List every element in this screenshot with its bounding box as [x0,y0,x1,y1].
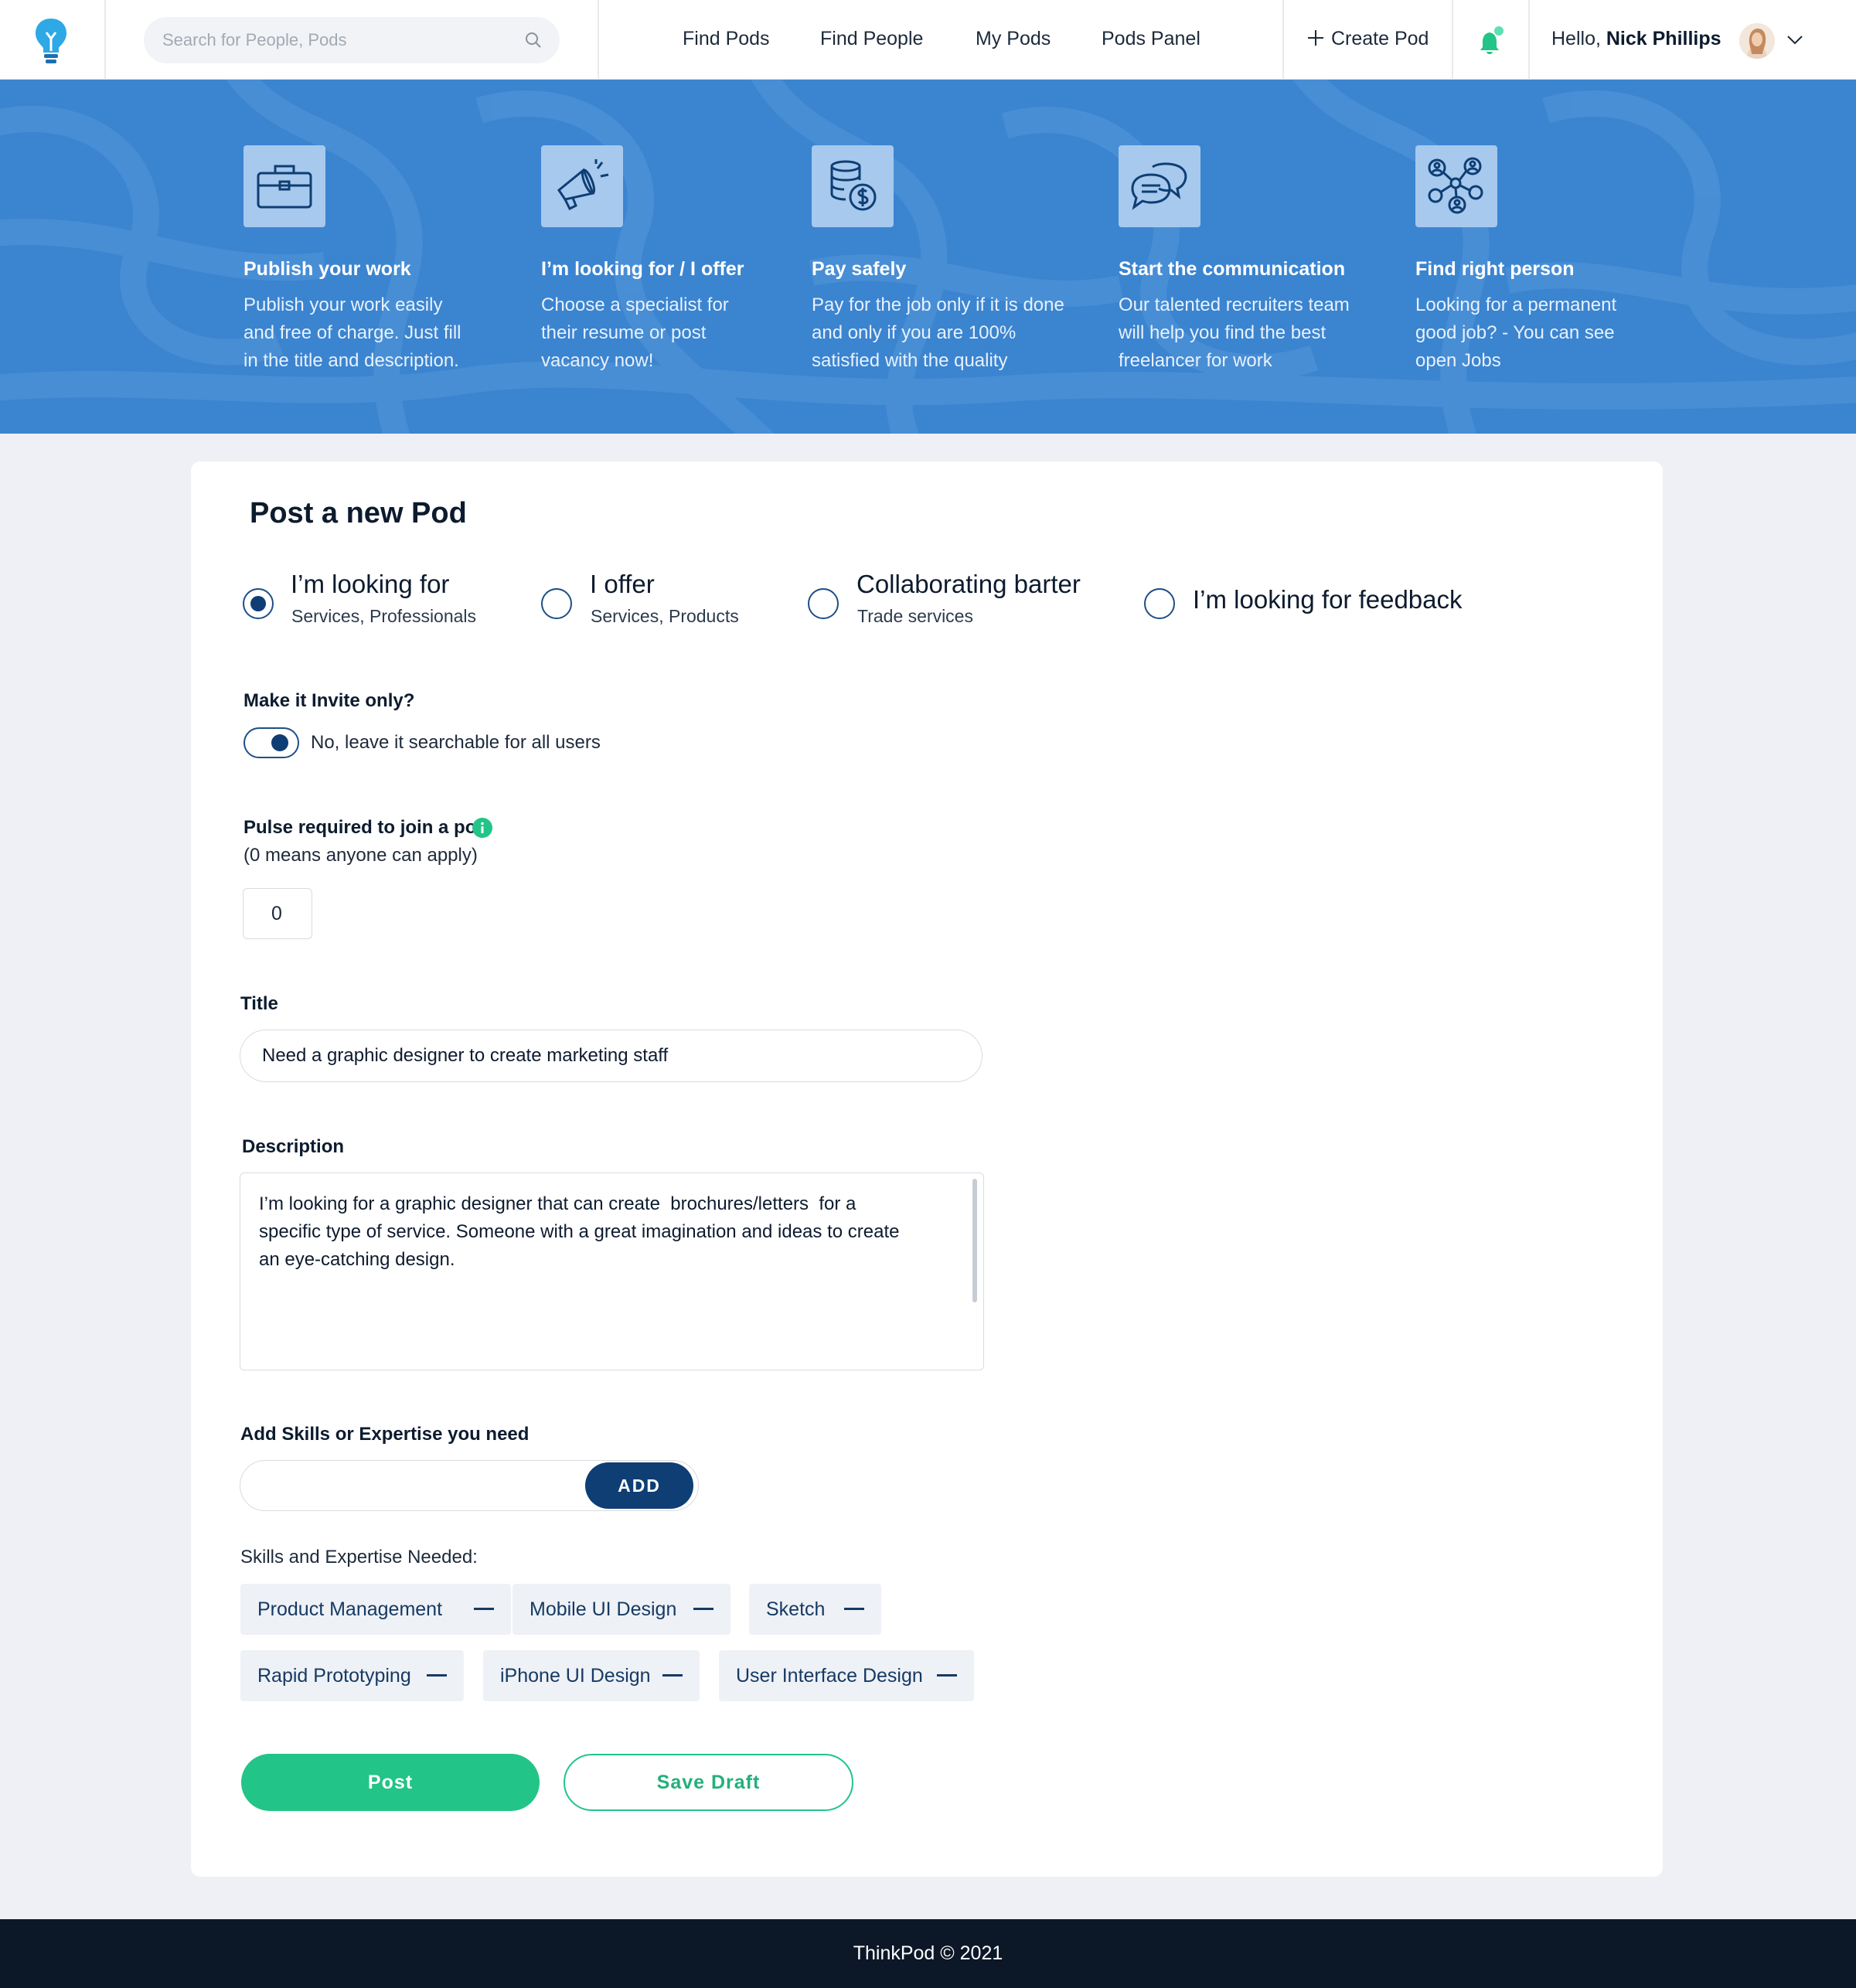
header-divider [598,0,599,80]
option-label[interactable]: I’m looking for [291,570,449,599]
chevron-down-icon[interactable] [1786,32,1804,46]
skill-chip-label: Rapid Prototyping [257,1664,411,1687]
notification-dot [1494,26,1504,36]
greeting-prefix: Hello, [1551,28,1601,49]
skills-input-label: Add Skills or Expertise you need [240,1424,530,1445]
footer: ThinkPod © 2021 [0,1919,1856,1988]
briefcase-icon [243,145,325,227]
notification-bell-icon[interactable] [1478,26,1504,56]
feature-title: Pay safely [812,258,907,280]
description-textarea[interactable]: I’m looking for a graphic designer that … [240,1173,984,1370]
remove-skill-icon[interactable] [693,1608,713,1610]
title-input[interactable] [240,1030,982,1082]
footer-copyright: ThinkPod © 2021 [853,1942,1003,1964]
option-sublabel: Services, Products [591,606,739,626]
skill-chip-label: Sketch [766,1598,826,1620]
option-sublabel: Trade services [857,606,973,626]
remove-skill-icon[interactable] [662,1674,683,1677]
megaphone-icon [541,145,623,227]
toggle-knob [271,734,288,751]
feature-title: I’m looking for / I offer [541,258,744,280]
top-navbar: Find Pods Find People My Pods Pods Panel… [0,0,1856,80]
search-icon[interactable] [524,31,543,49]
create-pod-label: Create Pod [1331,28,1429,49]
skills-input[interactable] [256,1461,581,1510]
option-label[interactable]: Collaborating barter [856,570,1081,599]
invite-only-toggle[interactable] [243,727,299,758]
feature-description: Publish your work easily and free of cha… [243,294,461,371]
skill-chip: Rapid Prototyping [240,1650,464,1701]
skill-chip: Mobile UI Design [513,1584,730,1635]
remove-skill-icon[interactable] [474,1608,494,1610]
option-label[interactable]: I offer [590,570,655,599]
textarea-scrollbar[interactable] [972,1179,977,1302]
skills-needed-label: Skills and Expertise Needed: [240,1547,478,1568]
skill-chip: User Interface Design [719,1650,974,1701]
option-label[interactable]: I’m looking for feedback [1193,585,1463,614]
title-label: Title [240,993,278,1014]
pulse-note: (0 means anyone can apply) [243,845,478,866]
nav-my-pods[interactable]: My Pods [976,28,1051,50]
invite-only-label: Make it Invite only? [243,690,415,711]
avatar[interactable] [1739,23,1775,59]
feature-description: Choose a specialist for their resume or … [541,294,729,371]
skill-chip-label: User Interface Design [736,1664,923,1687]
feature-find-person: Find right person Looking for a permanen… [1415,145,1647,375]
skill-chip: Product Management [240,1584,511,1635]
skill-chip-label: Product Management [257,1598,443,1620]
nav-find-people[interactable]: Find People [820,28,923,50]
feature-pay-safely: Pay safely Pay for the job only if it is… [812,145,1064,375]
radio-looking-for[interactable] [243,588,274,619]
feature-title: Find right person [1415,258,1575,280]
lightbulb-logo-icon[interactable] [34,17,68,65]
feature-title: Start the communication [1119,258,1346,280]
feature-publish: Publish your work Publish your work easi… [243,145,475,375]
feature-looking-offer: I’m looking for / I offer Choose a speci… [541,145,773,375]
header-divider [1282,0,1284,80]
pulse-input[interactable] [243,888,312,939]
search-input[interactable] [161,17,501,63]
remove-skill-icon[interactable] [427,1674,447,1677]
search-box[interactable] [144,17,560,63]
feature-title: Publish your work [243,258,411,280]
page-title: Post a new Pod [250,497,467,529]
radio-collaborating-barter[interactable] [808,588,839,619]
description-label: Description [242,1136,345,1157]
toggle-text: No, leave it searchable for all users [311,732,601,753]
header-divider [104,0,106,80]
feature-description: Looking for a permanent good job? - You … [1415,294,1617,371]
feature-description: Our talented recruiters team will help y… [1119,294,1350,371]
radio-i-offer[interactable] [541,588,572,619]
avatar-portrait-icon [1739,23,1775,59]
save-draft-button[interactable]: Save Draft [564,1754,853,1811]
post-pod-card: Post a new Pod I’m looking for Services,… [191,461,1663,1877]
skill-chip: Sketch [749,1584,881,1635]
nav-pods-panel[interactable]: Pods Panel [1102,28,1200,50]
create-pod-button[interactable]: Create Pod [1306,28,1429,50]
coins-icon [812,145,894,227]
network-people-icon [1415,145,1497,227]
header-divider [1452,0,1453,80]
user-greeting: Hello, Nick Phillips [1551,28,1721,50]
remove-skill-icon[interactable] [844,1608,864,1610]
radio-looking-for-feedback[interactable] [1144,588,1175,619]
post-button[interactable]: Post [241,1754,540,1811]
feature-communication: Start the communication Our talented rec… [1119,145,1350,375]
info-icon[interactable] [472,818,492,838]
option-sublabel: Services, Professionals [291,606,477,626]
skill-chip-label: Mobile UI Design [530,1598,677,1620]
features-banner: Publish your work Publish your work easi… [0,80,1856,434]
user-name: Nick Phillips [1606,28,1721,49]
remove-skill-icon[interactable] [937,1674,957,1677]
add-skill-button[interactable]: ADD [585,1462,693,1509]
skill-chip: iPhone UI Design [483,1650,700,1701]
skill-chip-label: iPhone UI Design [500,1664,651,1687]
pulse-label: Pulse required to join a pod [243,817,489,838]
header-divider [1528,0,1530,80]
nav-find-pods[interactable]: Find Pods [683,28,770,50]
plus-icon [1308,30,1323,46]
feature-description: Pay for the job only if it is done and o… [812,294,1064,371]
chat-bubbles-icon [1119,145,1200,227]
